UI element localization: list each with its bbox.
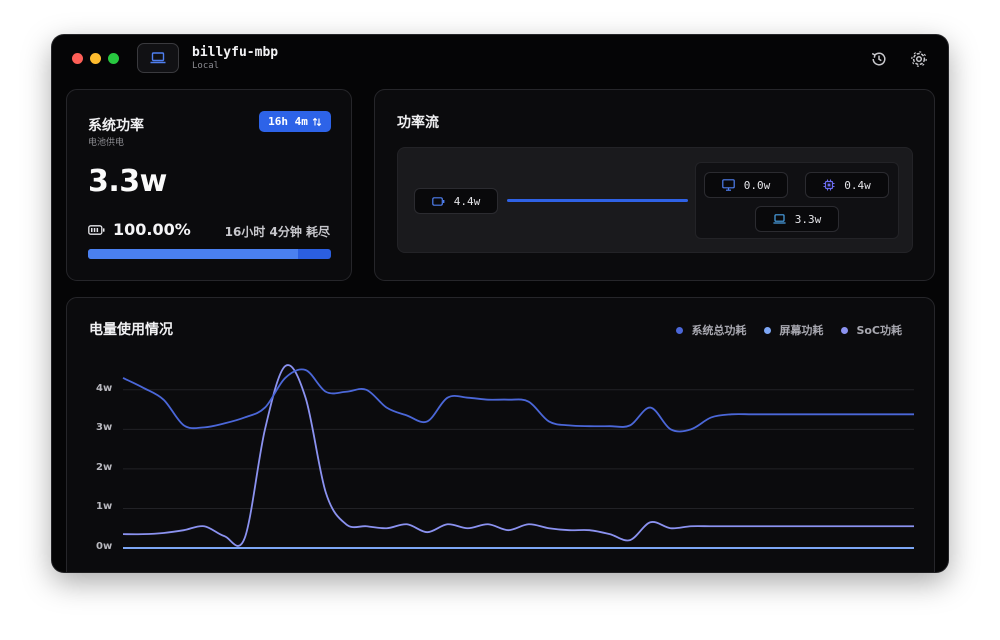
time-remaining-badge: 16h 4m (268, 115, 308, 128)
screen-power-value: 0.0w (743, 178, 771, 192)
charger-icon (431, 196, 445, 206)
chip-icon (823, 179, 835, 191)
time-remaining-toggle[interactable]: 16h 4m (259, 111, 331, 132)
laptop-power-value: 3.3w (794, 212, 822, 226)
power-flow-diagram: 4.4w 0.0w 0.4w 3.3w (397, 147, 913, 253)
monitor-icon (721, 179, 735, 191)
screen-power-chip: 0.0w (704, 172, 788, 198)
battery-icon (88, 224, 105, 235)
swap-icon (312, 117, 322, 126)
zoom-window-button[interactable] (108, 53, 119, 64)
title-bar: billyfu-mbp Local (52, 35, 948, 83)
system-power-value: 3.3w (88, 164, 167, 199)
battery-progress-bar (88, 249, 331, 259)
power-usage-chart (122, 364, 914, 549)
battery-row: 100.00% (88, 220, 191, 239)
flow-line (507, 199, 688, 202)
battery-progress-fill (88, 249, 299, 259)
laptop-icon (150, 52, 166, 64)
series-line-soc (122, 364, 914, 547)
host-location: Local (192, 61, 220, 71)
power-flow-title: 功率流 (397, 115, 439, 131)
gear-icon[interactable] (908, 48, 930, 70)
soc-power-value: 0.4w (844, 178, 871, 192)
power-usage-card: 电量使用情况 系统总功耗 屏幕功耗 SoC功耗 4w 3w 2w 1w 0w (66, 297, 935, 572)
power-destinations: 0.0w 0.4w 3.3w (695, 162, 899, 239)
power-source-chip: 4.4w (414, 188, 498, 214)
host-name: billyfu-mbp (192, 45, 279, 60)
system-power-title: 系统功率 (88, 118, 144, 134)
soc-power-chip: 0.4w (805, 172, 889, 198)
laptop-icon (773, 214, 786, 224)
history-icon[interactable] (868, 48, 890, 70)
battery-percent: 100.00% (113, 220, 191, 239)
power-flow-card: 功率流 4.4w 0.0w 0.4w 3.3w (374, 89, 935, 281)
series-line-system-total (122, 368, 914, 433)
laptop-power-chip: 3.3w (755, 206, 839, 232)
app-window: billyfu-mbp Local 系统功率 电池供电 16h 4m 3.3w … (52, 35, 948, 572)
system-power-card: 系统功率 电池供电 16h 4m 3.3w 100.00% 16小时 4分钟 耗… (66, 89, 352, 281)
battery-remaining-time: 16小时 4分钟 耗尽 (224, 225, 330, 239)
close-window-button[interactable] (72, 53, 83, 64)
power-source-label: 电池供电 (88, 138, 125, 148)
power-source-value: 4.4w (453, 194, 481, 208)
minimize-window-button[interactable] (90, 53, 101, 64)
device-selector-button[interactable] (137, 43, 179, 73)
